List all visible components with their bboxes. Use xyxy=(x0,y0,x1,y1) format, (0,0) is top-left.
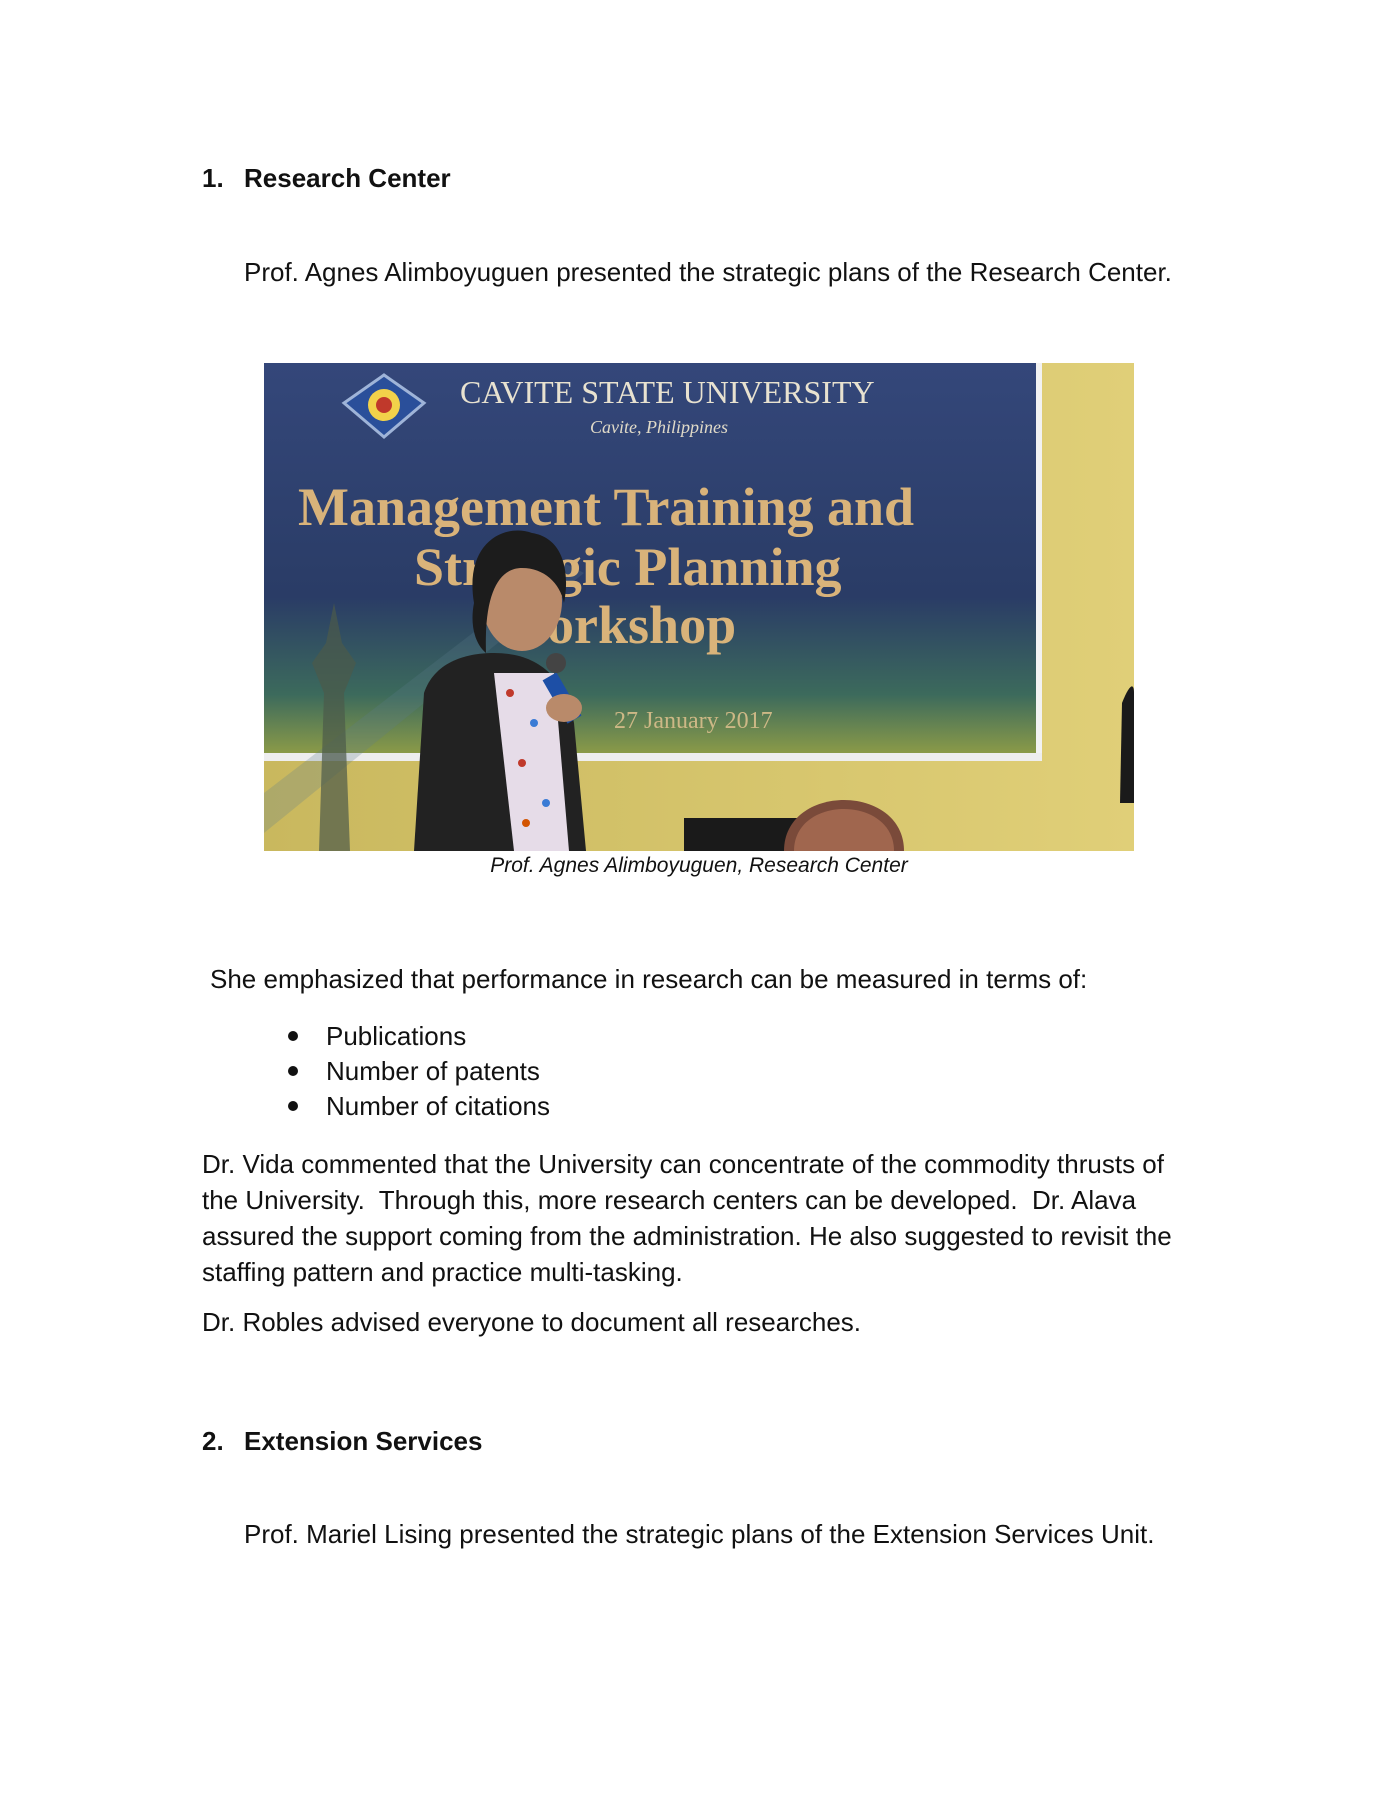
comments-paragraph: Dr. Vida commented that the University c… xyxy=(202,1146,1172,1290)
section-1-intro: Prof. Agnes Alimboyuguen presented the s… xyxy=(244,257,1172,287)
section-1-heading: 1. Research Center xyxy=(202,163,451,194)
list-item: Number of citations xyxy=(284,1089,550,1124)
section-2-intro: Prof. Mariel Lising presented the strate… xyxy=(244,1519,1155,1549)
list-item-text: Number of citations xyxy=(326,1091,550,1121)
section-2-heading: 2. Extension Services xyxy=(202,1426,482,1457)
section-2-title: Extension Services xyxy=(244,1426,483,1456)
bullet-icon xyxy=(288,1031,298,1041)
banner-location: Cavite, Philippines xyxy=(590,417,728,437)
section-2-number: 2. xyxy=(202,1426,224,1456)
list-item-text: Publications xyxy=(326,1021,467,1051)
photo-caption: Prof. Agnes Alimboyuguen, Research Cente… xyxy=(490,854,908,877)
banner-university: CAVITE STATE UNIVERSITY xyxy=(460,374,875,410)
robles-paragraph: Dr. Robles advised everyone to document … xyxy=(202,1307,862,1337)
comments-line-4: staffing pattern and practice multi-task… xyxy=(202,1257,683,1287)
comments-line-3: assured the support coming from the admi… xyxy=(202,1221,1172,1251)
section-1-number: 1. xyxy=(202,163,224,193)
list-item: Publications xyxy=(284,1019,550,1054)
list-item-text: Number of patents xyxy=(326,1056,540,1086)
comments-line-2: the University. Through this, more resea… xyxy=(202,1185,1137,1215)
photo-illustration: CAVITE STATE UNIVERSITY Cavite, Philippi… xyxy=(264,363,1134,851)
comments-line-1: Dr. Vida commented that the University c… xyxy=(202,1149,1164,1179)
list-item: Number of patents xyxy=(284,1054,550,1089)
banner-date: 27 January 2017 xyxy=(614,708,773,734)
bullet-icon xyxy=(288,1101,298,1111)
section-1-title: Research Center xyxy=(244,163,451,193)
banner-title-line1: Management Training and xyxy=(298,477,914,537)
bullet-icon xyxy=(288,1066,298,1076)
performance-lead: She emphasized that performance in resea… xyxy=(210,964,1088,994)
document-page: 1. Research Center Prof. Agnes Alimboyugu… xyxy=(0,0,1390,1800)
presentation-photo: CAVITE STATE UNIVERSITY Cavite, Philippi… xyxy=(264,363,1134,851)
performance-list: Publications Number of patents Number of… xyxy=(284,1019,550,1124)
